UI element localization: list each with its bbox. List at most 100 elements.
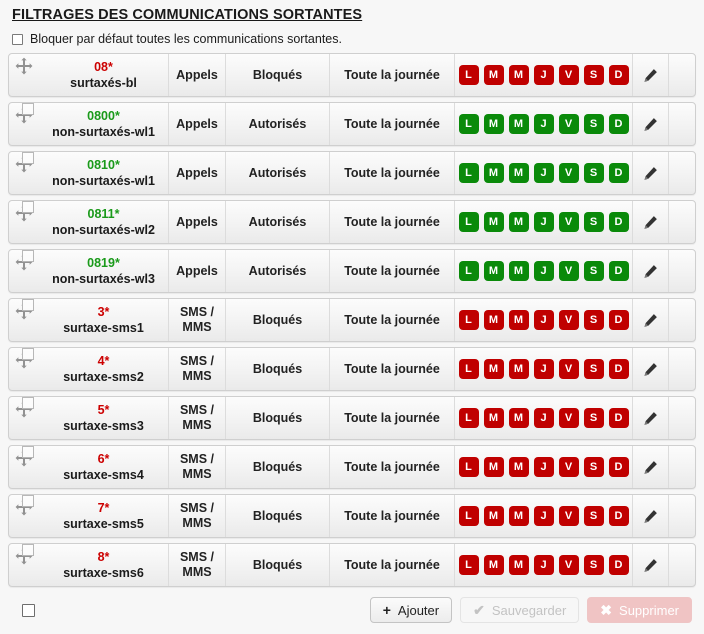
day-badge[interactable]: L	[458, 163, 479, 183]
day-badge[interactable]: J	[533, 555, 554, 575]
day-badge[interactable]: S	[583, 163, 604, 183]
day-badge[interactable]: M	[483, 457, 504, 477]
move-drag-icon[interactable]	[15, 544, 34, 565]
day-badge[interactable]: M	[508, 310, 529, 330]
day-badge[interactable]: V	[558, 555, 579, 575]
drag-handle[interactable]	[9, 103, 39, 145]
day-badge[interactable]: V	[558, 212, 579, 232]
pencil-icon[interactable]	[643, 264, 658, 279]
day-badge[interactable]: L	[458, 555, 479, 575]
day-badge[interactable]: M	[483, 555, 504, 575]
day-badge[interactable]: S	[583, 65, 604, 85]
drag-handle[interactable]	[9, 544, 39, 586]
day-badge[interactable]: V	[558, 506, 579, 526]
table-row[interactable]: 6* surtaxe-sms4 SMS / MMS Bloqués Toute la j…	[8, 445, 696, 489]
edit-rule-button[interactable]	[633, 103, 669, 145]
move-drag-icon[interactable]	[15, 495, 34, 516]
move-icon[interactable]	[15, 57, 33, 75]
day-badge[interactable]: D	[608, 212, 629, 232]
day-badge[interactable]: S	[583, 114, 604, 134]
day-badge[interactable]: M	[483, 310, 504, 330]
day-badge[interactable]: M	[508, 163, 529, 183]
drag-handle[interactable]	[9, 348, 39, 390]
day-badge[interactable]: S	[583, 457, 604, 477]
day-badge[interactable]: J	[533, 65, 554, 85]
day-badge[interactable]: V	[558, 163, 579, 183]
day-badge[interactable]: J	[533, 163, 554, 183]
day-badge[interactable]: L	[458, 408, 479, 428]
day-badge[interactable]: L	[458, 457, 479, 477]
move-drag-icon[interactable]	[15, 152, 34, 173]
table-row[interactable]: 0800* non-surtaxés-wl1 Appels Autorisés Tout…	[8, 102, 696, 146]
drag-handle[interactable]	[9, 495, 39, 537]
day-badge[interactable]: D	[608, 163, 629, 183]
edit-rule-button[interactable]	[633, 544, 669, 586]
block-all-outgoing-checkbox[interactable]	[12, 33, 23, 45]
day-badge[interactable]: J	[533, 457, 554, 477]
edit-rule-button[interactable]	[633, 299, 669, 341]
day-badge[interactable]: D	[608, 555, 629, 575]
day-badge[interactable]: V	[558, 457, 579, 477]
day-badge[interactable]: S	[583, 555, 604, 575]
day-badge[interactable]: J	[533, 212, 554, 232]
day-badge[interactable]: M	[483, 114, 504, 134]
pencil-icon[interactable]	[643, 313, 658, 328]
day-badge[interactable]: M	[508, 457, 529, 477]
day-badge[interactable]: M	[508, 261, 529, 281]
day-badge[interactable]: J	[533, 408, 554, 428]
day-badge[interactable]: D	[608, 261, 629, 281]
edit-rule-button[interactable]	[633, 446, 669, 488]
day-badge[interactable]: V	[558, 359, 579, 379]
day-badge[interactable]: L	[458, 212, 479, 232]
day-badge[interactable]: J	[533, 506, 554, 526]
day-badge[interactable]: J	[533, 261, 554, 281]
day-badge[interactable]: V	[558, 310, 579, 330]
block-all-outgoing-option[interactable]: Bloquer par défaut toutes les communicat…	[8, 24, 696, 53]
edit-rule-button[interactable]	[633, 152, 669, 194]
pencil-icon[interactable]	[643, 215, 658, 230]
edit-rule-button[interactable]	[633, 201, 669, 243]
pencil-icon[interactable]	[643, 362, 658, 377]
table-row[interactable]: 5* surtaxe-sms3 SMS / MMS Bloqués Toute la j…	[8, 396, 696, 440]
day-badge[interactable]: D	[608, 114, 629, 134]
day-badge[interactable]: S	[583, 408, 604, 428]
day-badge[interactable]: M	[483, 261, 504, 281]
pencil-icon[interactable]	[643, 117, 658, 132]
table-row[interactable]: 0810* non-surtaxés-wl1 Appels Autorisés Tout…	[8, 151, 696, 195]
day-badge[interactable]: M	[508, 212, 529, 232]
day-badge[interactable]: D	[608, 310, 629, 330]
day-badge[interactable]: M	[508, 359, 529, 379]
table-row[interactable]: 7* surtaxe-sms5 SMS / MMS Bloqués Toute la j…	[8, 494, 696, 538]
day-badge[interactable]: M	[483, 212, 504, 232]
drag-handle[interactable]	[9, 397, 39, 439]
day-badge[interactable]: M	[508, 114, 529, 134]
day-badge[interactable]: S	[583, 359, 604, 379]
pencil-icon[interactable]	[643, 68, 658, 83]
day-badge[interactable]: D	[608, 408, 629, 428]
edit-rule-button[interactable]	[633, 495, 669, 537]
day-badge[interactable]: V	[558, 408, 579, 428]
day-badge[interactable]: L	[458, 506, 479, 526]
day-badge[interactable]: D	[608, 506, 629, 526]
pencil-icon[interactable]	[643, 166, 658, 181]
pencil-icon[interactable]	[643, 558, 658, 573]
day-badge[interactable]: V	[558, 114, 579, 134]
day-badge[interactable]: L	[458, 359, 479, 379]
table-row[interactable]: 0811* non-surtaxés-wl2 Appels Autorisés Tout…	[8, 200, 696, 244]
edit-rule-button[interactable]	[633, 54, 669, 96]
edit-rule-button[interactable]	[633, 348, 669, 390]
day-badge[interactable]: V	[558, 65, 579, 85]
edit-rule-button[interactable]	[633, 397, 669, 439]
day-badge[interactable]: M	[508, 408, 529, 428]
edit-rule-button[interactable]	[633, 250, 669, 292]
day-badge[interactable]: L	[458, 65, 479, 85]
move-drag-icon[interactable]	[15, 397, 34, 418]
day-badge[interactable]: M	[483, 65, 504, 85]
table-row[interactable]: 4* surtaxe-sms2 SMS / MMS Bloqués Toute la j…	[8, 347, 696, 391]
drag-handle[interactable]	[9, 54, 39, 96]
day-badge[interactable]: M	[483, 163, 504, 183]
day-badge[interactable]: J	[533, 359, 554, 379]
table-row[interactable]: 8* surtaxe-sms6 SMS / MMS Bloqués Toute la j…	[8, 543, 696, 587]
ajouter-button[interactable]: + Ajouter	[369, 597, 453, 623]
day-badge[interactable]: S	[583, 261, 604, 281]
